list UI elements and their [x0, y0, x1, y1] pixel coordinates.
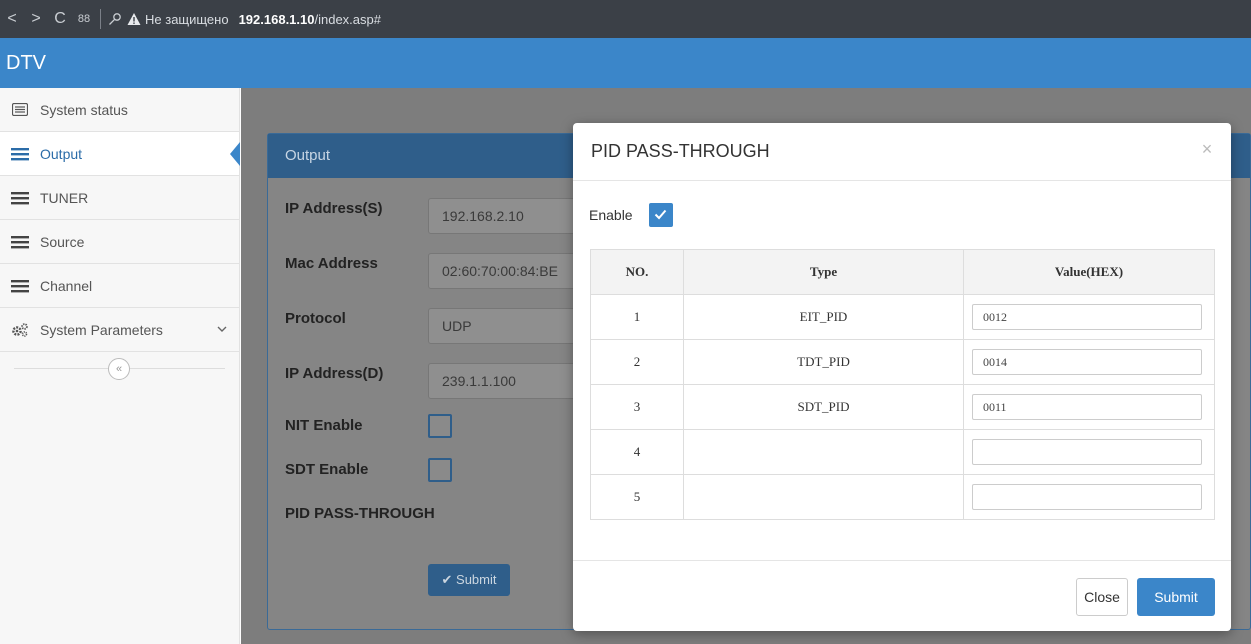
pid-pass-through-modal: PID PASS-THROUGH × Enable NO. Type Value… [573, 123, 1231, 631]
address-bar[interactable]: Не защищено 192.168.1.10/index.asp# [107, 11, 381, 27]
back-icon[interactable]: < [0, 7, 24, 31]
hex-value-input[interactable] [972, 439, 1202, 465]
toolbar-divider [100, 9, 101, 29]
sdt-enable-label: SDT Enable [285, 461, 369, 478]
row-type [683, 474, 964, 520]
table-header-row: NO. Type Value(HEX) [590, 249, 1215, 295]
row-value-cell: 0014 [963, 339, 1215, 385]
sidebar-item-label: System Parameters [40, 321, 163, 338]
row-number: 1 [590, 294, 684, 340]
ip-dest-label: IP Address(D) [285, 365, 384, 382]
sidebar-item-label: TUNER [40, 189, 89, 206]
warning-icon [127, 13, 141, 25]
column-header-value: Value(HEX) [963, 249, 1215, 295]
sidebar-collapse-row: « [0, 352, 239, 386]
panel-submit-button[interactable]: ✔ Submit [428, 564, 510, 596]
hex-value-input[interactable]: 0014 [972, 349, 1202, 375]
sidebar-item-label: System status [40, 101, 128, 118]
protocol-label: Protocol [285, 310, 346, 327]
modal-header: PID PASS-THROUGH [573, 123, 1231, 181]
url-host: 192.168.1.10 [238, 11, 315, 27]
key-icon [109, 13, 121, 25]
url-path: /index.asp# [314, 11, 381, 27]
modal-footer: Close Submit [573, 560, 1231, 631]
browser-toolbar: < > C 88 Не защищено 192.168.1.10/index.… [0, 0, 1251, 38]
ip-dest-input[interactable]: 239.1.1.100 [428, 363, 578, 399]
row-number: 2 [590, 339, 684, 385]
modal-title: PID PASS-THROUGH [591, 141, 770, 161]
sidebar-item-label: Channel [40, 277, 93, 294]
sidebar-item-label: Output [40, 145, 83, 162]
column-header-no: NO. [590, 249, 684, 295]
sidebar-item-channel[interactable]: Channel [0, 264, 239, 308]
sidebar-item-tuner[interactable]: TUNER [0, 176, 239, 220]
submit-button[interactable]: Submit [1137, 578, 1215, 616]
row-number: 3 [590, 384, 684, 430]
chevron-down-icon[interactable] [217, 322, 227, 336]
mac-address-input[interactable]: 02:60:70:00:84:BE [428, 253, 578, 289]
sidebar-item-output[interactable]: Output [0, 132, 240, 176]
ip-source-input[interactable]: 192.168.2.10 [428, 198, 578, 234]
enable-label: Enable [589, 207, 633, 223]
close-button[interactable]: Close [1076, 578, 1128, 616]
list-icon [10, 102, 30, 118]
enable-checkbox[interactable] [648, 203, 673, 227]
sdt-enable-checkbox[interactable] [428, 458, 452, 482]
menu-icon [10, 146, 30, 162]
hex-value-input[interactable] [972, 484, 1202, 510]
mac-address-label: Mac Address [285, 255, 378, 272]
table-row: 3 SDT_PID 0011 [590, 384, 1215, 430]
sidebar-item-source[interactable]: Source [0, 220, 239, 264]
sidebar-item-system-parameters[interactable]: System Parameters [0, 308, 239, 352]
column-header-type: Type [683, 249, 964, 295]
row-value-cell [963, 429, 1215, 475]
browser-nav: < > C 88 [0, 0, 96, 38]
nit-enable-label: NIT Enable [285, 417, 363, 434]
table-row: 4 [590, 429, 1215, 475]
sidebar: System status Output TUNER Source Channe… [0, 88, 240, 644]
table-row: 5 [590, 474, 1215, 520]
check-icon [654, 209, 667, 220]
menu-icon [10, 278, 30, 294]
app-header: DTV [0, 38, 1251, 88]
row-type: SDT_PID [683, 384, 964, 430]
apps-icon[interactable]: 88 [72, 7, 96, 31]
row-type: EIT_PID [683, 294, 964, 340]
close-icon[interactable]: × [1199, 139, 1215, 159]
pid-table: NO. Type Value(HEX) 1 EIT_PID 0012 2 TDT… [590, 249, 1215, 520]
ip-source-label: IP Address(S) [285, 200, 383, 217]
row-value-cell [963, 474, 1215, 520]
collapse-sidebar-button[interactable]: « [108, 358, 130, 380]
sidebar-item-label: Source [40, 233, 85, 250]
protocol-select[interactable]: UDP [428, 308, 578, 344]
nit-enable-checkbox[interactable] [428, 414, 452, 438]
table-row: 2 TDT_PID 0014 [590, 339, 1215, 385]
forward-icon[interactable]: > [24, 7, 48, 31]
sidebar-item-system-status[interactable]: System status [0, 88, 239, 132]
enable-row: Enable [589, 203, 673, 227]
hex-value-input[interactable]: 0012 [972, 304, 1202, 330]
row-value-cell: 0011 [963, 384, 1215, 430]
gears-icon [10, 322, 30, 338]
app-title: DTV [6, 52, 46, 74]
hex-value-input[interactable]: 0011 [972, 394, 1202, 420]
menu-icon [10, 234, 30, 250]
row-number: 5 [590, 474, 684, 520]
table-row: 1 EIT_PID 0012 [590, 294, 1215, 340]
pid-pass-through-label[interactable]: PID PASS-THROUGH [285, 505, 435, 522]
menu-icon [10, 190, 30, 206]
row-value-cell: 0012 [963, 294, 1215, 340]
security-status: Не защищено [145, 11, 229, 27]
row-type [683, 429, 964, 475]
row-type: TDT_PID [683, 339, 964, 385]
reload-icon[interactable]: C [48, 7, 72, 31]
row-number: 4 [590, 429, 684, 475]
